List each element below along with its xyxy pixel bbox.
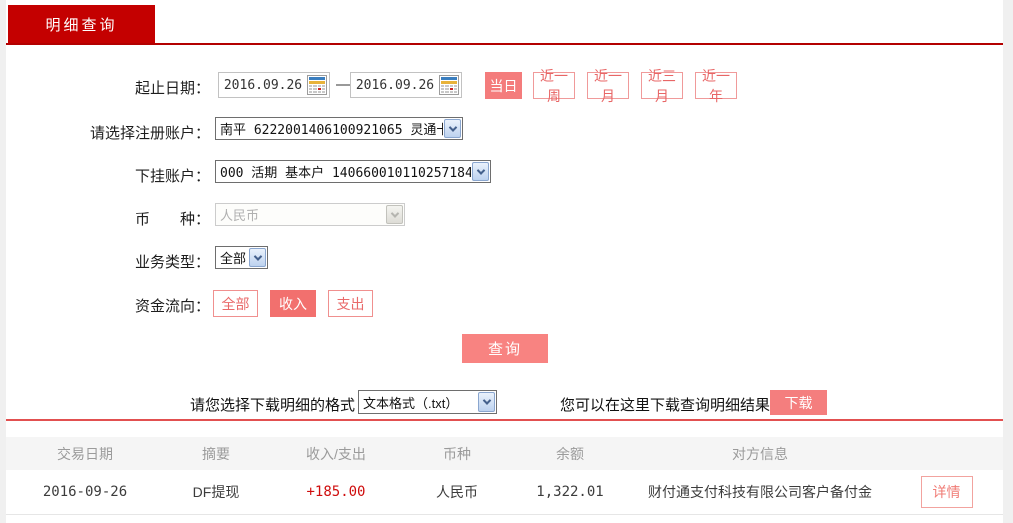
chevron-down-icon[interactable] xyxy=(444,119,461,138)
query-button[interactable]: 查询 xyxy=(462,334,548,363)
col-header-amount: 收入/支出 xyxy=(306,445,366,462)
currency-label: 币 种： xyxy=(134,211,210,228)
date-to-input[interactable]: 2016.09.26 xyxy=(350,72,462,98)
flow-all-button[interactable]: 全部 xyxy=(213,290,258,317)
cell-balance: 1,322.01 xyxy=(536,484,604,500)
tab-underline xyxy=(6,43,1003,45)
cell-counterparty: 财付通支付科技有限公司客户备付金 xyxy=(648,484,872,500)
register-account-select[interactable]: 南平 6222001406100921065 灵通卡 xyxy=(215,117,463,140)
tab-detail-query[interactable]: 明细查询 xyxy=(8,5,155,43)
flow-expense-button[interactable]: 支出 xyxy=(328,290,373,317)
flow-income-button[interactable]: 收入 xyxy=(270,290,316,317)
chevron-down-icon xyxy=(386,205,403,224)
date-range-label: 起止日期： xyxy=(134,80,210,97)
cell-amount: +185.00 xyxy=(306,484,366,500)
cell-summary: DF提现 xyxy=(192,484,240,500)
date-from-calendar-icon[interactable] xyxy=(307,75,327,95)
business-type-label: 业务类型： xyxy=(134,254,210,271)
chevron-down-icon[interactable] xyxy=(472,162,489,181)
download-format-label: 请您选择下载明细的格式 xyxy=(189,397,355,414)
quick-range-quarter-button[interactable]: 近三月 xyxy=(641,68,683,104)
col-header-counterparty: 对方信息 xyxy=(732,445,788,462)
col-header-date: 交易日期 xyxy=(57,445,113,462)
col-header-summary: 摘要 xyxy=(202,445,230,462)
sub-account-value: 000 活期 基本户 1406600101102571848 xyxy=(220,166,471,181)
date-to-value: 2016.09.26 xyxy=(355,77,435,93)
quick-range-week-button[interactable]: 近一周 xyxy=(533,68,575,104)
fund-flow-label: 资金流向： xyxy=(134,298,210,315)
quick-range-month-button[interactable]: 近一月 xyxy=(587,68,629,104)
sub-account-label: 下挂账户： xyxy=(134,168,210,185)
quick-range-today-button[interactable]: 当日 xyxy=(485,72,522,99)
date-separator: — xyxy=(336,76,351,93)
currency-value: 人民币 xyxy=(220,208,260,223)
sub-account-select[interactable]: 000 活期 基本户 1406600101102571848 xyxy=(215,160,491,183)
download-hint: 您可以在这里下载查询明细结果 xyxy=(560,397,771,414)
download-format-select[interactable]: 文本格式（.txt） xyxy=(358,390,497,414)
date-from-value: 2016.09.26 xyxy=(223,77,303,93)
col-header-currency: 币种 xyxy=(443,445,471,462)
detail-button[interactable]: 详情 xyxy=(920,476,973,508)
date-to-calendar-icon[interactable] xyxy=(439,75,459,95)
download-button[interactable]: 下载 xyxy=(770,390,827,415)
business-type-value: 全部 xyxy=(220,251,247,266)
cell-currency: 人民币 xyxy=(436,484,478,500)
section-divider xyxy=(6,419,1003,421)
table-header: 交易日期 摘要 收入/支出 币种 余额 对方信息 xyxy=(6,437,1003,470)
date-from-input[interactable]: 2016.09.26 xyxy=(218,72,330,98)
register-account-label: 请选择注册账户： xyxy=(89,125,210,142)
cell-date: 2016-09-26 xyxy=(42,484,128,500)
col-header-balance: 余额 xyxy=(556,445,584,462)
business-type-select[interactable]: 全部 xyxy=(215,246,268,269)
table-row: 2016-09-26 DF提现 +185.00 人民币 1,322.01 财付通… xyxy=(6,470,1003,515)
download-format-value: 文本格式（.txt） xyxy=(363,395,459,411)
main-panel: 明细查询 起止日期： 2016.09.26 — 2016.09.26 当日 近一… xyxy=(6,0,1003,523)
chevron-down-icon[interactable] xyxy=(249,248,266,267)
currency-select: 人民币 xyxy=(215,203,405,226)
quick-range-year-button[interactable]: 近一年 xyxy=(695,68,737,104)
chevron-down-icon[interactable] xyxy=(478,392,495,412)
register-account-value: 南平 6222001406100921065 灵通卡 xyxy=(220,123,443,138)
